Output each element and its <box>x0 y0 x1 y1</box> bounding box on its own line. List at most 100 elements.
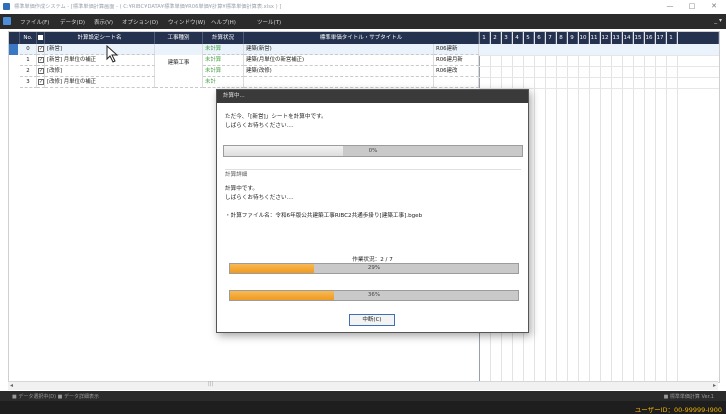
maximize-button[interactable]: □ <box>684 1 700 12</box>
row-check-cell: ✓ <box>37 66 45 77</box>
detail-line2: しばらくお待ちください.... <box>225 195 294 201</box>
row-checkbox[interactable]: ✓ <box>38 68 44 74</box>
row-check-cell: ✓ <box>37 77 45 88</box>
row-calc-status: 未計算 <box>203 44 244 55</box>
header-col-11: 11 <box>589 32 600 44</box>
dialog-message-line1: ただ今、「[新営]」シートを計算中です。 <box>225 114 327 120</box>
current-row-marker <box>9 44 18 55</box>
header-col-4: 4 <box>512 32 523 44</box>
row-sheet-name[interactable]: [新営] <box>45 44 155 55</box>
minimize-button[interactable]: — <box>662 1 678 12</box>
header-col-1: 1 <box>479 32 490 44</box>
header-work-type: 工事種別 <box>155 32 203 44</box>
work-progress-bar: 29% <box>229 263 519 274</box>
table-row[interactable]: 2 ✓ [改修] 未計算 建築(改修) R06建改 <box>9 66 719 77</box>
row-check-cell: ✓ <box>37 55 45 66</box>
user-id: ユーザーID：00-99999-I900 <box>634 406 722 414</box>
header-col-12: 12 <box>600 32 611 44</box>
work-status-label: 作業状況：2 / 7 <box>352 257 393 263</box>
user-bar: ユーザーID：00-99999-I900 <box>0 401 726 414</box>
details-heading: 計算詳細 <box>225 172 248 178</box>
table-row[interactable]: 3 ✓ [改修] 月単位の補正 未計 <box>9 77 719 88</box>
row-check-cell: ✓ <box>37 44 45 55</box>
dialog-title: 計算中... <box>217 90 528 103</box>
calculating-dialog: 計算中... ただ今、「[新営]」シートを計算中です。 しばらくお待ちください.… <box>216 89 529 333</box>
header-col-6: 6 <box>534 32 545 44</box>
details-divider <box>225 169 521 170</box>
row-checkbox[interactable]: ✓ <box>38 79 44 85</box>
title-bar: 標準単価作成システム - [標準単価計算画面 - ( C:¥RIBC¥DATA¥… <box>0 0 726 14</box>
dialog-message-line2: しばらくお待ちください.... <box>225 123 294 129</box>
row-no: 1 <box>20 55 37 66</box>
header-col-8: 8 <box>556 32 567 44</box>
menu-view[interactable]: 表示(V) <box>94 18 113 26</box>
row-code: R06建改 <box>434 66 479 77</box>
calc-file-name: ・計算ファイル名：令和6年版公共建築工事RIBC2共通歩掛り[建築工事].bge… <box>225 213 423 219</box>
detail-line1: 計算中です。 <box>225 186 259 192</box>
header-col-5: 5 <box>523 32 534 44</box>
header-col-2: 2 <box>490 32 501 44</box>
header-col-13: 13 <box>611 32 622 44</box>
row-title: 建築(改修) <box>244 66 434 77</box>
menu-options[interactable]: オプション(O) <box>122 18 158 26</box>
header-col-15: 15 <box>633 32 644 44</box>
row-code <box>434 77 479 88</box>
menu-tools[interactable]: ツール(T) <box>257 18 281 26</box>
header-no: No. <box>20 32 37 44</box>
header-col-7: 7 <box>545 32 556 44</box>
menu-file[interactable]: ファイル(F) <box>20 18 49 26</box>
row-checkbox[interactable]: ✓ <box>38 57 44 63</box>
row-code: R06建月新 <box>434 55 479 66</box>
row-calc-status: 未計算 <box>203 66 244 77</box>
mouse-cursor-icon <box>106 45 119 63</box>
horizontal-scrollbar[interactable]: ◂ ||| ▸ <box>8 381 718 390</box>
sub-progress-label: 36% <box>367 292 381 298</box>
scroll-right-icon[interactable]: ▸ <box>713 382 716 389</box>
work-progress-label: 29% <box>367 265 381 271</box>
menu-data[interactable]: データ(D) <box>60 18 85 26</box>
row-title: 建築(月単位の新営補正) <box>244 55 434 66</box>
row-no: 3 <box>20 77 37 88</box>
row-sheet-name[interactable]: [改修] <box>45 66 155 77</box>
header-col-18: 1 <box>666 32 677 44</box>
sub-progress-bar: 36% <box>229 290 519 301</box>
row-checkbox[interactable]: ✓ <box>38 46 44 52</box>
header-col-9: 9 <box>567 32 578 44</box>
header-col-17: 17 <box>655 32 666 44</box>
header-filler <box>677 32 719 44</box>
main-progress-bar: 0% <box>223 145 523 157</box>
cancel-button[interactable]: 中断(C) <box>349 314 395 326</box>
header-sheet-name: 計算設定シート名 <box>45 32 155 44</box>
row-marker-header <box>9 32 20 44</box>
menu-help[interactable]: ヘルプ(H) <box>211 18 236 26</box>
header-col-10: 10 <box>578 32 589 44</box>
main-progress-label: 0% <box>368 148 378 154</box>
header-calc-status: 計算状況 <box>203 32 244 44</box>
row-no: 0 <box>20 44 37 55</box>
header-title: 標準単価タイトル・サブタイトル <box>244 32 479 44</box>
window-title: 標準単価作成システム - [標準単価計算画面 - ( C:¥RIBC¥DATA¥… <box>14 4 282 10</box>
row-calc-status: 未計算 <box>203 55 244 66</box>
row-sheet-name[interactable]: [新営] 月単位の補正 <box>45 55 155 66</box>
status-right-text: ■ 標準単価計算 Ver.1 <box>663 394 714 400</box>
check-all-icon <box>38 35 43 40</box>
row-title: 建築(新営) <box>244 44 434 55</box>
scroll-grip[interactable]: ||| <box>208 381 213 387</box>
header-col-14: 14 <box>622 32 633 44</box>
header-check-all[interactable] <box>37 32 45 44</box>
row-work-type <box>155 77 203 88</box>
scroll-left-icon[interactable]: ◂ <box>10 382 13 389</box>
menu-restore-control[interactable]: _ ▾ <box>714 17 722 24</box>
header-col-16: 16 <box>644 32 655 44</box>
menu-window[interactable]: ウィンドウ(W) <box>168 18 205 26</box>
row-code: R06建新 <box>434 44 479 55</box>
close-button[interactable]: ✕ <box>706 1 722 12</box>
row-calc-status: 未計 <box>203 77 244 88</box>
row-sheet-name[interactable]: [改修] 月単位の補正 <box>45 77 155 88</box>
row-no: 2 <box>20 66 37 77</box>
app-menu-icon[interactable] <box>3 17 11 25</box>
row-title <box>244 77 434 88</box>
row-work-type <box>155 44 203 55</box>
status-left-text[interactable]: ■ データ選択中(D) ■ データ詳細表示 <box>12 393 99 400</box>
status-bar: ■ データ選択中(D) ■ データ詳細表示 ■ 標準単価計算 Ver.1 <box>0 391 726 401</box>
